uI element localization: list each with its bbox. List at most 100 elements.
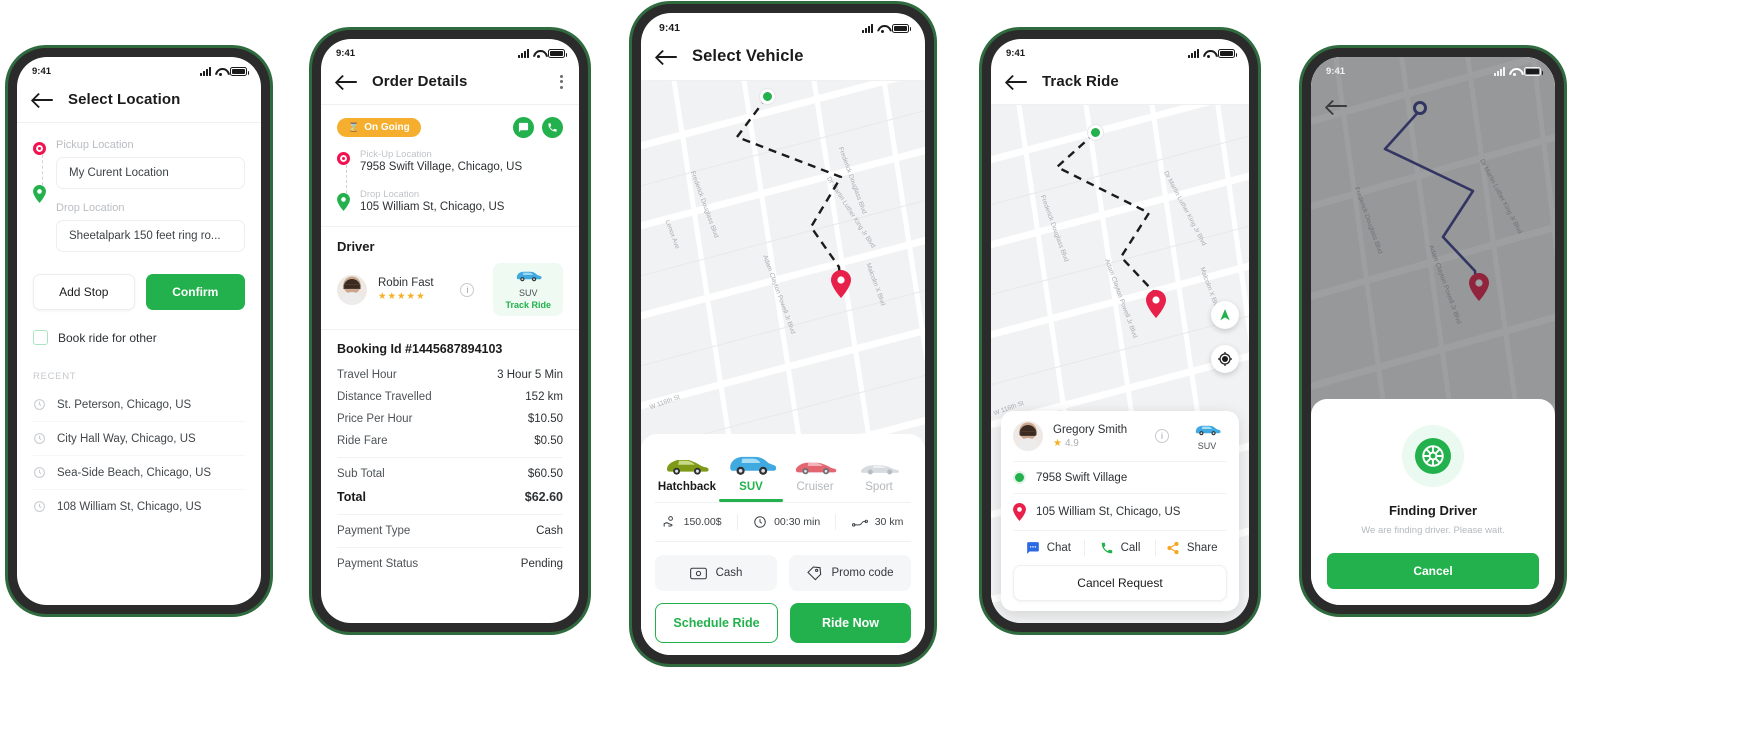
vehicle-tab-label: Sport	[865, 481, 893, 493]
list-item[interactable]: 108 William St, Chicago, US	[33, 490, 245, 523]
book-for-other-row[interactable]: Book ride for other	[33, 330, 245, 345]
locate-me-fab[interactable]	[1211, 345, 1239, 373]
vehicle-tab-cruiser[interactable]: Cruiser	[783, 448, 847, 502]
recent-header: RECENT	[33, 371, 77, 382]
map-view[interactable]: Dr Martin Luther King Jr Blvd Frederick …	[991, 105, 1249, 623]
share-label: Share	[1186, 542, 1218, 554]
list-item[interactable]: St. Peterson, Chicago, US	[33, 388, 245, 422]
divider	[835, 514, 837, 530]
signal-icon	[518, 49, 529, 58]
vehicle-tab-suv[interactable]: SUV	[719, 448, 783, 502]
route-dash-line	[42, 155, 43, 185]
finding-driver-sheet: Finding Driver We are finding driver. Pl…	[1311, 399, 1555, 605]
payment-options-row: Cash Promo code	[655, 541, 911, 591]
drop-label: Drop Location	[56, 202, 125, 214]
navigate-fab[interactable]	[1211, 301, 1239, 329]
screen-track-ride: 9:41 Track Ride Dr Martin Luther King Jr…	[991, 39, 1249, 623]
call-button[interactable]: Call	[1085, 541, 1156, 555]
screen1-body: Pickup Location My Curent Location Drop …	[17, 123, 261, 523]
distance-meta: 30 km	[851, 516, 904, 528]
vehicle-selection-sheet: Hatchback SUV Cruiser Sport 150.00$ 00:3…	[641, 434, 925, 655]
screen1-header: Select Location	[17, 83, 261, 123]
detail-row: Distance Travelled 152 km	[337, 386, 563, 408]
chat-button[interactable]: Chat	[1013, 541, 1084, 555]
track-ride-card[interactable]: SUV Track Ride	[493, 263, 563, 316]
vehicle-type-label: SUV	[1197, 440, 1217, 451]
star-icon: ★	[1053, 437, 1062, 449]
route-dash-line	[346, 165, 347, 193]
finding-spinner-wrap	[1402, 425, 1464, 487]
cancel-request-button[interactable]: Cancel Request	[1013, 565, 1227, 601]
back-icon[interactable]	[657, 50, 678, 64]
more-options-icon[interactable]	[560, 74, 563, 89]
share-button[interactable]: Share	[1156, 541, 1227, 555]
suv-icon	[1193, 423, 1221, 440]
tab-underline	[783, 499, 847, 502]
distance-value: 30 km	[874, 516, 904, 528]
vehicle-tab-label: Cruiser	[796, 481, 834, 493]
back-icon[interactable]	[33, 93, 54, 107]
battery-icon	[1524, 67, 1543, 76]
info-icon[interactable]: i	[460, 282, 475, 297]
cash-button[interactable]: Cash	[655, 555, 777, 591]
page-title: Select Location	[68, 91, 181, 108]
status-time: 9:41	[1326, 66, 1346, 77]
suv-icon	[514, 269, 542, 286]
message-icon[interactable]	[513, 117, 534, 138]
page-title: Select Vehicle	[692, 47, 804, 65]
list-item[interactable]: City Hall Way, Chicago, US	[33, 422, 245, 456]
book-for-other-checkbox[interactable]	[33, 330, 48, 345]
pickup-value: 7958 Swift Village, Chicago, US	[360, 161, 523, 173]
status-bar: 9:41	[1311, 57, 1555, 83]
contact-actions	[513, 117, 563, 138]
detail-label: Ride Fare	[337, 435, 388, 447]
origin-marker-icon	[760, 89, 775, 104]
pickup-value: 7958 Swift Village	[1036, 471, 1128, 484]
detail-row: Price Per Hour $10.50	[337, 408, 563, 430]
list-item-label: Sea-Side Beach, Chicago, US	[57, 466, 212, 479]
driver-summary-row: Gregory Smith ★ 4.9 i SUV	[1013, 421, 1227, 462]
battery-icon	[1218, 49, 1237, 58]
divider	[337, 514, 563, 515]
vehicle-tabs: Hatchback SUV Cruiser Sport	[655, 448, 911, 502]
signal-icon	[1188, 49, 1199, 58]
back-icon[interactable]	[337, 75, 358, 89]
vehicle-tab-hatchback[interactable]: Hatchback	[655, 448, 719, 502]
money-hand-icon	[663, 516, 673, 527]
price-meta: 150.00$	[663, 515, 722, 529]
navigation-arrow-icon	[1220, 309, 1230, 321]
back-icon[interactable]	[1007, 75, 1028, 89]
detail-value: 3 Hour 5 Min	[497, 369, 563, 381]
phone-frame-finding-driver: Dr Martin Luther King Jr Blvd Frederick …	[1302, 48, 1564, 614]
screen-select-vehicle: 9:41 Select Vehicle Frederick Douglass B…	[641, 13, 925, 655]
back-icon[interactable]	[1327, 99, 1348, 113]
vehicle-tab-label: SUV	[739, 481, 763, 493]
drop-input[interactable]: Sheetalpark 150 feet ring ro...	[56, 220, 245, 252]
duration-meta: 00:30 min	[753, 515, 820, 529]
map-view[interactable]: Frederick Douglass Blvd Dr Martin Luther…	[641, 81, 925, 655]
promo-code-button[interactable]: Promo code	[789, 555, 911, 591]
confirm-button[interactable]: Confirm	[145, 274, 245, 310]
cash-label: Cash	[715, 567, 743, 579]
phone-frame-track-ride: 9:41 Track Ride Dr Martin Luther King Jr…	[982, 30, 1258, 632]
phone-frame-order-details: 9:41 Order Details ⌛ On Going Pick-Up Lo…	[312, 30, 588, 632]
detail-row: Travel Hour 3 Hour 5 Min	[337, 364, 563, 386]
pickup-input[interactable]: My Curent Location	[56, 157, 245, 189]
list-item-label: St. Peterson, Chicago, US	[57, 398, 192, 411]
route-distance-icon	[851, 519, 868, 527]
tab-underline	[847, 499, 911, 502]
track-ride-label: Track Ride	[505, 300, 551, 310]
vehicle-tab-sport[interactable]: Sport	[847, 448, 911, 502]
add-stop-button[interactable]: Add Stop	[33, 274, 135, 310]
ride-now-button[interactable]: Ride Now	[790, 603, 911, 643]
payment-status-row: Payment Status Pending	[337, 553, 563, 575]
schedule-ride-button[interactable]: Schedule Ride	[655, 603, 778, 643]
list-item[interactable]: Sea-Side Beach, Chicago, US	[33, 456, 245, 490]
divider	[321, 329, 579, 330]
cancel-button[interactable]: Cancel	[1327, 553, 1539, 589]
info-icon[interactable]: i	[1155, 429, 1169, 443]
phone-icon[interactable]	[542, 117, 563, 138]
driver-rating-value: 4.9	[1064, 437, 1079, 449]
phone-icon	[1101, 542, 1112, 554]
screen1-buttons: Add Stop Confirm	[33, 274, 245, 310]
